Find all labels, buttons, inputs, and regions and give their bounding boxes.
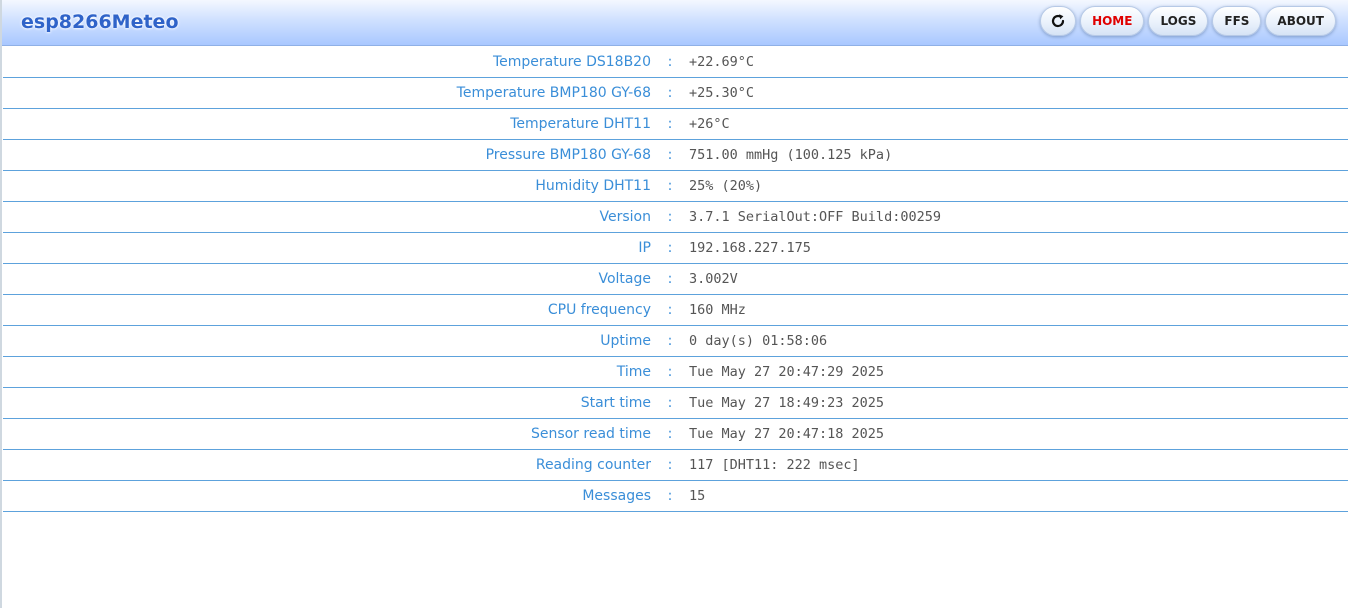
- row-separator: :: [667, 85, 673, 101]
- row-label: Pressure BMP180 GY-68: [485, 147, 651, 163]
- row-label: Uptime: [600, 333, 651, 349]
- row-separator: :: [667, 178, 673, 194]
- nav-about-button[interactable]: ABOUT: [1265, 6, 1336, 36]
- row-value: 192.168.227.175: [689, 240, 811, 256]
- row-separator: :: [667, 54, 673, 70]
- row-label: IP: [638, 240, 651, 256]
- row-label: Start time: [580, 395, 651, 411]
- row-label: Temperature BMP180 GY-68: [456, 85, 651, 101]
- table-row: Messages:15: [3, 481, 1348, 512]
- row-value: 3.002V: [689, 271, 738, 287]
- table-row: Temperature DS18B20: +22.69°C: [3, 47, 1348, 78]
- row-value: 160 MHz: [689, 302, 746, 318]
- table-row: Voltage:3.002V: [3, 264, 1348, 295]
- table-row: Time: Tue May 27 20:47:29 2025: [3, 357, 1348, 388]
- status-table: Temperature DS18B20: +22.69°C Temperature …: [3, 47, 1348, 512]
- row-value: 15: [689, 488, 706, 504]
- table-row: Humidity DHT11:25% (20%): [3, 171, 1348, 202]
- nav-home-button[interactable]: HOME: [1080, 6, 1145, 36]
- row-value: 25% (20%): [689, 178, 763, 194]
- row-value: Tue May 27 18:49:23 2025: [689, 395, 885, 411]
- row-value: 751.00 mmHg (100.125 kPa): [689, 147, 893, 163]
- row-value: +25.30°C: [689, 85, 755, 101]
- table-row: Pressure BMP180 GY-68:751.00 mmHg (100.1…: [3, 140, 1348, 171]
- table-row: Temperature DHT11: +26°C: [3, 109, 1348, 140]
- row-separator: :: [667, 364, 673, 380]
- refresh-button[interactable]: [1040, 6, 1077, 36]
- row-separator: :: [667, 488, 673, 504]
- row-separator: :: [667, 302, 673, 318]
- row-label: Reading counter: [535, 457, 651, 473]
- row-value: +22.69°C: [689, 54, 755, 70]
- table-row: Reading counter:117 [DHT11: 222 msec]: [3, 450, 1348, 481]
- row-value: 0 day(s) 01:58:06: [689, 333, 828, 349]
- row-label: Temperature DHT11: [510, 116, 651, 132]
- table-row: Start time: Tue May 27 18:49:23 2025: [3, 388, 1348, 419]
- nav-logs-button[interactable]: LOGS: [1148, 6, 1209, 36]
- row-label: Sensor read time: [530, 426, 651, 442]
- table-row: Temperature BMP180 GY-68: +25.30°C: [3, 78, 1348, 109]
- row-label: Time: [616, 364, 651, 380]
- row-separator: :: [667, 271, 673, 287]
- row-label: Version: [599, 209, 651, 225]
- row-separator: :: [667, 116, 673, 132]
- row-separator: :: [667, 240, 673, 256]
- row-label: Temperature DS18B20: [492, 54, 651, 70]
- nav-ffs-button[interactable]: FFS: [1212, 6, 1262, 36]
- row-value: 3.7.1 SerialOut:OFF Build:00259: [689, 209, 941, 225]
- table-row: Uptime:0 day(s) 01:58:06: [3, 326, 1348, 357]
- row-separator: :: [667, 333, 673, 349]
- table-row: CPU frequency:160 MHz: [3, 295, 1348, 326]
- top-bar: esp8266Meteo HOME LOGS FFS ABOUT: [2, 0, 1348, 46]
- row-separator: :: [667, 147, 673, 163]
- row-label: Humidity DHT11: [535, 178, 651, 194]
- refresh-icon: [1050, 13, 1066, 29]
- table-row: IP:192.168.227.175: [3, 233, 1348, 264]
- table-row: Sensor read time: Tue May 27 20:47:18 202…: [3, 419, 1348, 450]
- row-separator: :: [667, 209, 673, 225]
- row-separator: :: [667, 395, 673, 411]
- table-row: Version:3.7.1 SerialOut:OFF Build:00259: [3, 202, 1348, 233]
- row-separator: :: [667, 457, 673, 473]
- row-separator: :: [667, 426, 673, 442]
- row-label: Messages: [582, 488, 651, 504]
- brand-title[interactable]: esp8266Meteo: [21, 11, 179, 33]
- row-label: Voltage: [598, 271, 651, 287]
- row-value: Tue May 27 20:47:29 2025: [689, 364, 885, 380]
- row-value: Tue May 27 20:47:18 2025: [689, 426, 885, 442]
- app-page: esp8266Meteo HOME LOGS FFS ABOUT Tempera…: [0, 0, 1348, 608]
- row-label: CPU frequency: [547, 302, 651, 318]
- nav-bar: HOME LOGS FFS ABOUT: [1040, 6, 1336, 36]
- row-value: +26°C: [689, 116, 730, 132]
- row-value: 117 [DHT11: 222 msec]: [689, 457, 860, 473]
